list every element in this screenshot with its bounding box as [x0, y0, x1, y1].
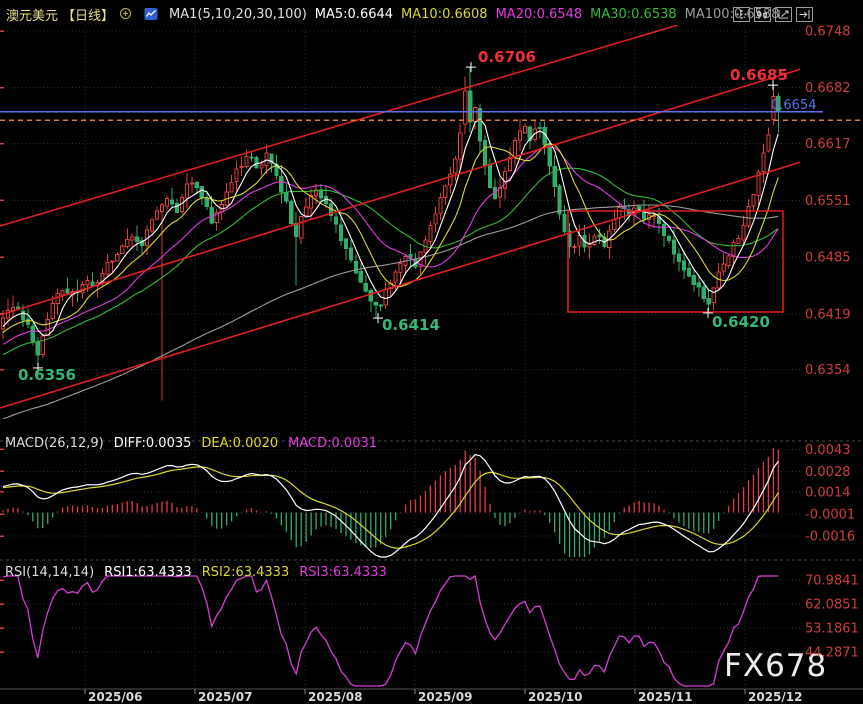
svg-text:2025/09: 2025/09	[418, 690, 472, 704]
svg-text:70.9841: 70.9841	[805, 574, 859, 589]
svg-text:0.6617: 0.6617	[805, 137, 851, 152]
svg-text:0.6419: 0.6419	[805, 307, 851, 322]
instrument-title: 澳元美元	[6, 5, 58, 24]
svg-text:0.6706: 0.6706	[478, 48, 536, 66]
kline-export-icon[interactable]	[775, 7, 792, 22]
svg-text:-0.0016: -0.0016	[805, 530, 855, 545]
ma20-value: MA20:0.6548	[496, 7, 583, 22]
ma-settings-label: MA1(5,10,20,30,100)	[169, 7, 307, 22]
add-compare-icon[interactable]	[119, 7, 136, 22]
svg-text:0.6654: 0.6654	[771, 98, 817, 113]
gridlines	[0, 25, 863, 694]
svg-text:0.6682: 0.6682	[805, 81, 851, 96]
svg-text:0.6414: 0.6414	[382, 316, 440, 334]
kline-panel-icon[interactable]	[754, 7, 771, 22]
svg-text:2025/11: 2025/11	[638, 690, 692, 704]
indicator-logo-icon[interactable]	[144, 7, 161, 22]
ma10-value: MA10:0.6608	[401, 7, 488, 22]
svg-text:62.0851: 62.0851	[805, 598, 859, 613]
svg-text:2025/12: 2025/12	[748, 690, 802, 704]
chart-window: 0.63560.64140.64200.67060.6685FX6780.674…	[0, 0, 863, 704]
svg-text:0.6354: 0.6354	[805, 363, 851, 378]
rsi-panel	[3, 576, 778, 686]
svg-text:0.6356: 0.6356	[18, 366, 76, 384]
crosshair-icon[interactable]	[733, 7, 750, 22]
svg-text:0.6420: 0.6420	[712, 313, 770, 331]
svg-text:-0.0001: -0.0001	[805, 508, 855, 523]
svg-text:53.1861: 53.1861	[805, 622, 859, 637]
svg-text:0.0014: 0.0014	[805, 485, 851, 500]
svg-text:2025/07: 2025/07	[198, 690, 252, 704]
ma5-value: MA5:0.6644	[315, 7, 393, 22]
ma-lines	[3, 119, 778, 419]
svg-text:0.0028: 0.0028	[805, 465, 851, 480]
svg-text:44.2871: 44.2871	[805, 646, 859, 661]
collapse-panel-icon[interactable]	[796, 7, 813, 22]
chart-canvas[interactable]: 0.63560.64140.64200.67060.6685FX6780.674…	[0, 0, 863, 704]
svg-text:2025/06: 2025/06	[88, 690, 142, 704]
candlesticks	[1, 67, 780, 400]
annotations: 0.6356 0.6414 0.6420 0.6706 0.6685	[18, 48, 788, 384]
svg-text:0.6551: 0.6551	[805, 194, 851, 209]
svg-text:0.6685: 0.6685	[730, 66, 788, 84]
ma30-value: MA30:0.6538	[590, 7, 677, 22]
macd-panel	[3, 448, 778, 557]
timeframe-label: 【日线】	[62, 5, 114, 24]
chart-header: 澳元美元【日线】 MA1(5,10,20,30,100) MA5:0.6644 …	[6, 5, 779, 24]
svg-text:0.6748: 0.6748	[805, 25, 851, 40]
svg-text:2025/08: 2025/08	[308, 690, 362, 704]
svg-text:0.6485: 0.6485	[805, 251, 851, 266]
chart-toolbar	[733, 7, 813, 22]
price-lines	[0, 112, 863, 121]
svg-text:2025/10: 2025/10	[528, 690, 582, 704]
svg-text:0.0043: 0.0043	[805, 443, 851, 458]
axis-ticks	[0, 31, 4, 652]
range-box	[568, 211, 783, 312]
